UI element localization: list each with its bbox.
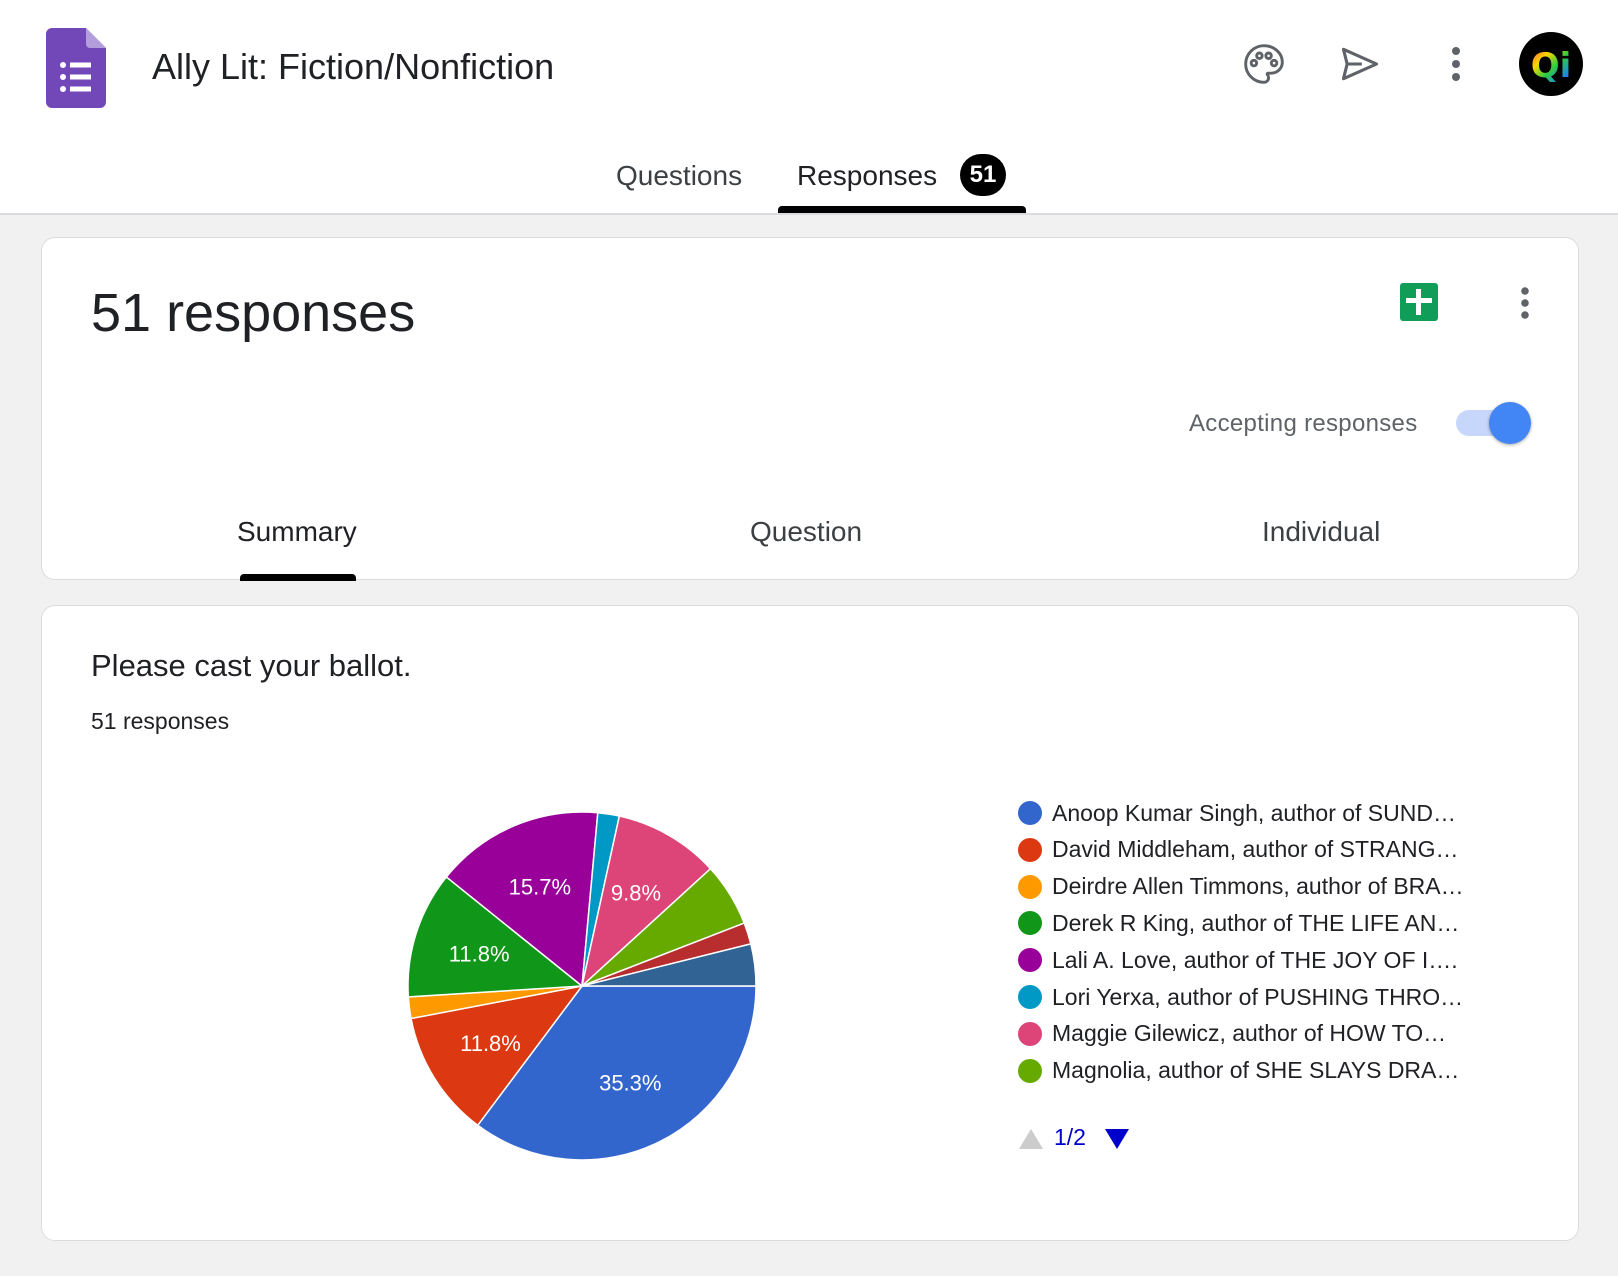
tab-individual[interactable]: Individual — [1262, 516, 1380, 548]
legend-page-indicator: 1/2 — [1054, 1124, 1086, 1150]
legend-item[interactable]: Anoop Kumar Singh, author of SUND… — [1018, 796, 1456, 830]
legend-swatch — [1018, 801, 1042, 825]
responses-count-badge: 51 — [960, 154, 1006, 196]
legend-swatch — [1018, 874, 1042, 899]
question-title: Please cast your ballot. — [91, 648, 412, 683]
legend-next-page-icon[interactable] — [1104, 1128, 1130, 1150]
send-icon[interactable] — [1336, 40, 1384, 88]
legend-item[interactable]: Lali A. Love, author of THE JOY OF I…. — [1018, 943, 1458, 977]
legend-prev-page-icon[interactable] — [1018, 1128, 1044, 1150]
legend-label: Deirdre Allen Timmons, author of BRA… — [1052, 873, 1464, 900]
avatar[interactable]: Qi — [1519, 32, 1583, 96]
pie-data-label: 11.8% — [449, 941, 510, 966]
question-summary-card: Please cast your ballot. 51 responses 35… — [41, 605, 1579, 1241]
app-header: Ally Lit: Fiction/Nonfiction Qi Question… — [0, 0, 1618, 215]
pie-data-label: 15.7% — [509, 875, 571, 900]
sheets-icon[interactable] — [1400, 283, 1438, 321]
active-subtab-indicator — [240, 574, 356, 581]
legend-item[interactable]: Derek R King, author of THE LIFE AN… — [1018, 906, 1459, 940]
legend-item[interactable]: Deirdre Allen Timmons, author of BRA… — [1018, 870, 1464, 904]
toggle-knob[interactable] — [1489, 402, 1531, 444]
legend-label: David Middleham, author of STRANG… — [1052, 836, 1459, 863]
legend-label: Lali A. Love, author of THE JOY OF I…. — [1052, 946, 1458, 973]
legend-swatch — [1018, 985, 1042, 1009]
more-vert-icon[interactable] — [1432, 40, 1480, 88]
legend-swatch — [1018, 911, 1042, 936]
legend-item[interactable]: Maggie Gilewicz, author of HOW TO… — [1018, 1017, 1446, 1051]
avatar-initials: Qi — [1531, 46, 1572, 86]
pie-data-label: 11.8% — [460, 1031, 521, 1056]
legend-swatch — [1018, 1021, 1042, 1046]
tab-responses[interactable]: Responses — [797, 160, 937, 192]
question-response-count: 51 responses — [91, 708, 230, 734]
legend-label: Magnolia, author of SHE SLAYS DRA… — [1052, 1057, 1460, 1084]
legend-swatch — [1018, 948, 1042, 973]
google-forms-logo-icon[interactable] — [46, 28, 106, 108]
form-title[interactable]: Ally Lit: Fiction/Nonfiction — [152, 46, 554, 88]
accepting-responses-label: Accepting responses — [1189, 410, 1418, 437]
main-tabs: Questions Responses 51 — [0, 150, 1618, 213]
legend-item[interactable]: Lori Yerxa, author of PUSHING THRO… — [1018, 980, 1463, 1014]
palette-icon[interactable] — [1240, 40, 1288, 88]
tab-summary[interactable]: Summary — [237, 516, 357, 548]
legend-swatch — [1018, 1058, 1042, 1083]
tab-question[interactable]: Question — [750, 516, 862, 548]
pie-chart: 35.3% 11.8% 11.8% 15.7% 9.8% — [407, 811, 757, 1161]
legend-item[interactable]: David Middleham, author of STRANG… — [1018, 833, 1459, 867]
responses-heading: 51 responses — [91, 283, 416, 343]
legend-swatch — [1018, 837, 1042, 862]
responses-summary-card: 51 responses Accepting responses Summary… — [41, 237, 1579, 581]
legend-label: Anoop Kumar Singh, author of SUND… — [1052, 799, 1456, 826]
legend-label: Lori Yerxa, author of PUSHING THRO… — [1052, 983, 1464, 1010]
more-options-icon[interactable] — [1510, 278, 1540, 328]
tab-questions[interactable]: Questions — [616, 160, 742, 192]
legend-item[interactable]: Magnolia, author of SHE SLAYS DRA… — [1018, 1054, 1459, 1088]
active-tab-indicator — [778, 206, 1026, 213]
legend-label: Derek R King, author of THE LIFE AN… — [1052, 909, 1460, 936]
pie-data-label: 35.3% — [599, 1070, 661, 1095]
legend-label: Maggie Gilewicz, author of HOW TO… — [1052, 1020, 1447, 1047]
pie-data-label: 9.8% — [611, 881, 661, 906]
